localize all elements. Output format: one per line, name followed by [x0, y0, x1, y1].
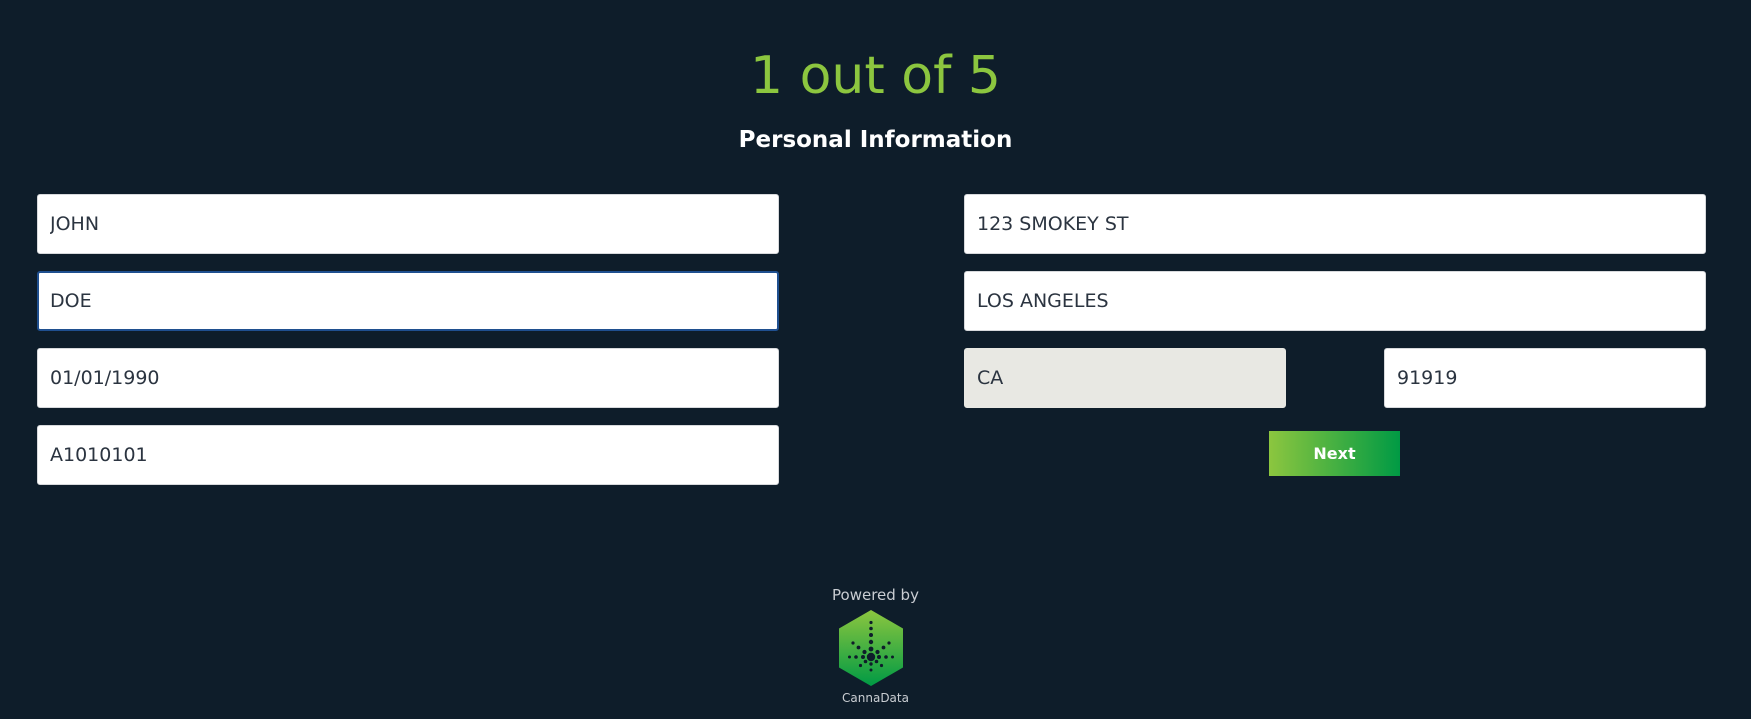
zip-code-field[interactable] — [1384, 348, 1706, 408]
last-name-field[interactable] — [37, 271, 779, 331]
first-name-field[interactable] — [37, 194, 779, 254]
street-address-field[interactable] — [964, 194, 1706, 254]
state-field[interactable] — [964, 348, 1286, 408]
date-of-birth-field[interactable] — [37, 348, 779, 408]
powered-by-label: Powered by — [832, 586, 919, 604]
city-field[interactable] — [964, 271, 1706, 331]
brand-name: CannaData — [842, 691, 909, 705]
section-title: Personal Information — [738, 127, 1013, 153]
license-number-field[interactable] — [37, 425, 779, 485]
next-button[interactable]: Next — [1269, 431, 1400, 476]
step-indicator: 1 out of 5 — [749, 46, 1002, 106]
cannadata-logo-icon — [839, 610, 903, 686]
